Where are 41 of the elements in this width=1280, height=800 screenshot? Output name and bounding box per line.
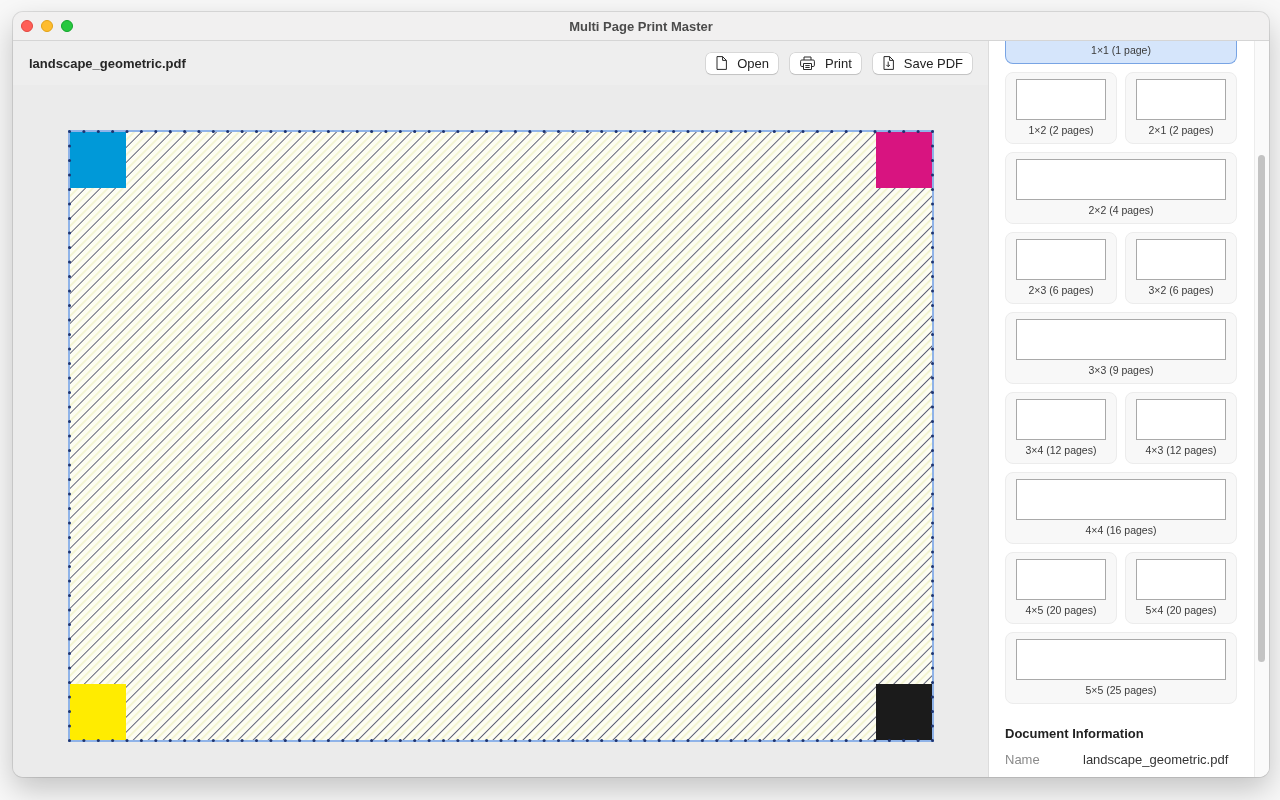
- printer-icon: [800, 56, 815, 70]
- layout-preview-icon: [1016, 79, 1106, 120]
- close-button[interactable]: [21, 20, 33, 32]
- layout-preview-icon: [1016, 479, 1226, 520]
- layout-option[interactable]: 2×1 (2 pages): [1125, 72, 1237, 144]
- layout-preview-icon: [1136, 559, 1226, 600]
- layout-option[interactable]: 2×2 (4 pages): [1005, 152, 1237, 224]
- layout-preview-icon: [1016, 239, 1106, 280]
- layout-preview-icon: [1136, 79, 1226, 120]
- layout-option[interactable]: 4×3 (12 pages): [1125, 392, 1237, 464]
- field-value: landscape_geometric.pdf: [1083, 752, 1229, 768]
- layout-option[interactable]: 1×1 (1 page): [1005, 41, 1237, 64]
- layout-option[interactable]: 4×5 (20 pages): [1005, 552, 1117, 624]
- layout-option[interactable]: 2×3 (6 pages): [1005, 232, 1117, 304]
- window-title: Multi Page Print Master: [569, 18, 713, 34]
- document-icon: [716, 56, 728, 70]
- layout-option[interactable]: 5×5 (25 pages): [1005, 632, 1237, 704]
- layout-option[interactable]: 1×2 (2 pages): [1005, 72, 1117, 144]
- minimize-button[interactable]: [41, 20, 53, 32]
- layout-option[interactable]: 4×4 (16 pages): [1005, 472, 1237, 544]
- section-heading: Document Information: [1005, 726, 1145, 742]
- layout-option[interactable]: 5×4 (20 pages): [1125, 552, 1237, 624]
- file-name: landscape_geometric.pdf: [29, 55, 187, 71]
- print-button[interactable]: Print: [790, 52, 861, 74]
- save-pdf-button[interactable]: Save PDF: [872, 52, 972, 74]
- field-label: Name: [1005, 752, 1040, 768]
- open-button[interactable]: Open: [706, 52, 778, 74]
- layout-preview-icon: [1016, 159, 1226, 200]
- scrollbar[interactable]: [1254, 41, 1269, 777]
- layout-option[interactable]: 3×4 (12 pages): [1005, 392, 1117, 464]
- scrollbar-thumb[interactable]: [1258, 155, 1265, 662]
- document-download-icon: [882, 56, 894, 70]
- layout-preview-icon: [1016, 559, 1106, 600]
- layout-option[interactable]: 3×3 (9 pages): [1005, 312, 1237, 384]
- layout-preview-icon: [1136, 399, 1226, 440]
- zoom-button[interactable]: [61, 20, 73, 32]
- layout-option[interactable]: 3×2 (6 pages): [1125, 232, 1237, 304]
- layout-preview-icon: [1016, 639, 1226, 680]
- layout-preview-icon: [1136, 239, 1226, 280]
- layout-preview-icon: [1016, 319, 1226, 360]
- layout-preview-icon: [1016, 399, 1106, 440]
